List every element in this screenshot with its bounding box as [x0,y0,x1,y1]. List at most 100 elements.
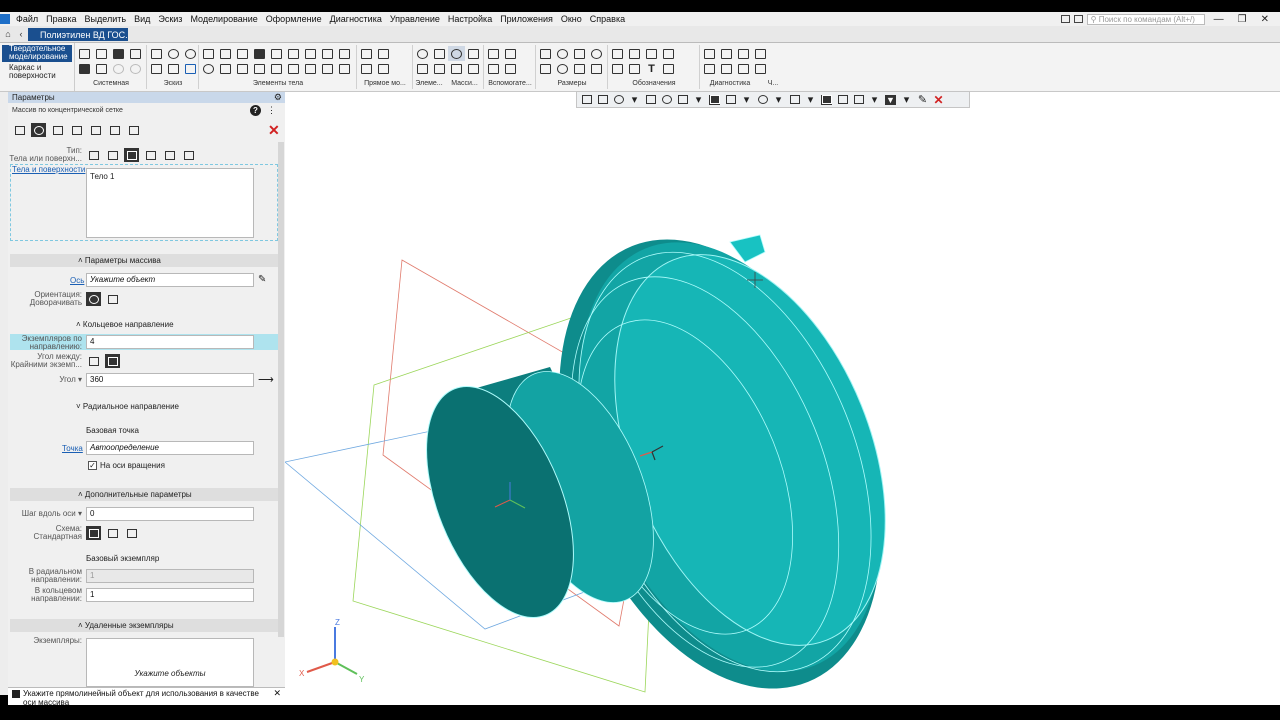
dropdown-arrow-icon[interactable]: ▾ [629,94,640,106]
aux-plane-icon[interactable] [485,46,502,61]
menu-view[interactable]: Вид [130,14,154,24]
dim-radius-icon[interactable] [554,46,571,61]
menu-edit[interactable]: Правка [42,14,80,24]
text-icon[interactable]: T [643,61,660,76]
dropdown-arrow-icon[interactable]: ▾ [773,94,784,106]
thicken-icon[interactable] [336,61,353,76]
view-grid-icon[interactable] [581,95,592,105]
axis-link[interactable]: Ось [70,276,84,285]
layout-icon[interactable] [1060,15,1070,23]
print-icon[interactable] [127,46,144,61]
orient-rotate-icon[interactable] [86,292,101,306]
offset-icon[interactable] [336,46,353,61]
fillet-icon[interactable] [268,46,285,61]
array-grid-icon[interactable] [448,61,465,76]
panel-settings-icon[interactable]: ⚙ [274,92,282,103]
hole-icon[interactable] [251,46,268,61]
dropdown-arrow-icon[interactable]: ▾ [901,94,912,106]
diag-measure-icon[interactable] [701,61,718,76]
view-snap-icon[interactable] [597,95,608,105]
axis-input[interactable]: Укажите объект [86,273,254,287]
section-ring-direction[interactable]: ˄ Кольцевое направление [76,320,174,329]
tab-document[interactable]: Полиэтилен ВД ГОС... [28,28,128,41]
revolve-icon[interactable] [200,61,217,76]
status-close-icon[interactable]: ✕ [273,689,281,698]
list-icon[interactable] [414,61,431,76]
minimize-icon[interactable]: — [1209,14,1229,25]
copy-view-icon[interactable] [837,95,848,105]
pan-icon[interactable] [645,95,656,105]
section-extra-params[interactable]: ˄ Дополнительные параметры [10,488,280,501]
angle-label[interactable]: Угол ▾ [8,376,82,384]
diag-info-icon[interactable] [735,61,752,76]
dim-chain-icon[interactable] [588,61,605,76]
panel-options-icon[interactable]: ⋮ [267,105,276,116]
dim-auto-icon[interactable] [571,61,588,76]
point-link[interactable]: Точка [62,444,83,453]
angle-input[interactable]: 360 [86,373,254,387]
on-axis-checkbox[interactable]: ✓ [88,461,97,470]
step-label[interactable]: Шаг вдоль оси ▾ [8,510,82,518]
boolean-icon[interactable] [302,61,319,76]
axis-pick-icon[interactable]: ✎ [258,274,266,285]
shaded-view-icon[interactable] [709,94,720,105]
bodies-link[interactable]: Тела и поверхности [12,165,85,174]
loft-icon[interactable] [234,46,251,61]
sketch-view-icon[interactable] [182,46,199,61]
tolerance-icon[interactable] [626,61,643,76]
mirror-body-icon[interactable] [319,46,336,61]
dim-angle-icon[interactable] [537,61,554,76]
dropdown-arrow-icon[interactable]: ▾ [693,94,704,106]
help-icon[interactable]: ? [250,105,261,116]
close-window-icon[interactable]: ✕ [1256,14,1274,25]
scheme-staggered-icon[interactable] [105,526,120,540]
aux-point-icon[interactable] [502,46,519,61]
direct-move-icon[interactable] [358,46,375,61]
menu-select[interactable]: Выделить [81,14,131,24]
diag-extra-icon[interactable] [752,46,769,61]
undo-icon[interactable] [110,61,127,76]
dropdown-arrow-icon[interactable]: ▾ [741,94,752,106]
shell-icon[interactable] [217,61,234,76]
orient-keep-icon[interactable] [105,292,120,306]
tab-special-icon[interactable] [126,123,141,137]
filter-icon[interactable]: ▼ [885,94,896,105]
ring-instance-input[interactable]: 1 [86,588,254,602]
menu-design[interactable]: Оформление [262,14,326,24]
sweep-icon[interactable] [234,61,251,76]
open-icon[interactable] [93,46,110,61]
menu-diagnostics[interactable]: Диагностика [326,14,386,24]
thread-icon[interactable] [285,61,302,76]
menu-help[interactable]: Справка [586,14,629,24]
diag-area-icon[interactable] [718,61,735,76]
bodies-list[interactable]: Тело 1 [86,168,254,238]
table-icon[interactable] [660,46,677,61]
direct-delete-icon[interactable] [375,61,392,76]
view-close-icon[interactable]: ✕ [933,93,944,107]
point-icon[interactable] [414,46,431,61]
type-component-icon[interactable] [181,148,196,162]
dim-diameter-icon[interactable] [554,61,571,76]
type-body-icon[interactable] [86,148,101,162]
model-canvas[interactable]: Z X Y [284,92,1280,705]
cancel-icon[interactable]: ✕ [268,122,280,139]
mark-icon[interactable] [643,46,660,61]
restore-icon[interactable]: ❐ [1233,14,1252,25]
sketch-line-icon[interactable] [148,61,165,76]
menu-window[interactable]: Окно [557,14,586,24]
menu-modeling[interactable]: Моделирование [186,14,261,24]
chamfer-icon[interactable] [268,61,285,76]
angle-step-icon[interactable] [86,354,101,368]
direct-face-icon[interactable] [358,61,375,76]
orient-icon[interactable] [677,95,688,105]
tab-grid-icon[interactable] [12,123,27,137]
menu-sketch[interactable]: Эскиз [154,14,186,24]
element-icon[interactable] [431,46,448,61]
mode-solid-button[interactable]: Твердотельное моделирование [2,45,72,62]
rotate-icon[interactable] [661,95,672,105]
instances-list[interactable]: Укажите объекты [86,638,254,687]
tab-scroll-icon[interactable]: ‹ [15,28,27,40]
leader-icon[interactable] [626,46,643,61]
panel-scrollbar[interactable] [278,142,284,637]
diag-check-icon[interactable] [701,46,718,61]
